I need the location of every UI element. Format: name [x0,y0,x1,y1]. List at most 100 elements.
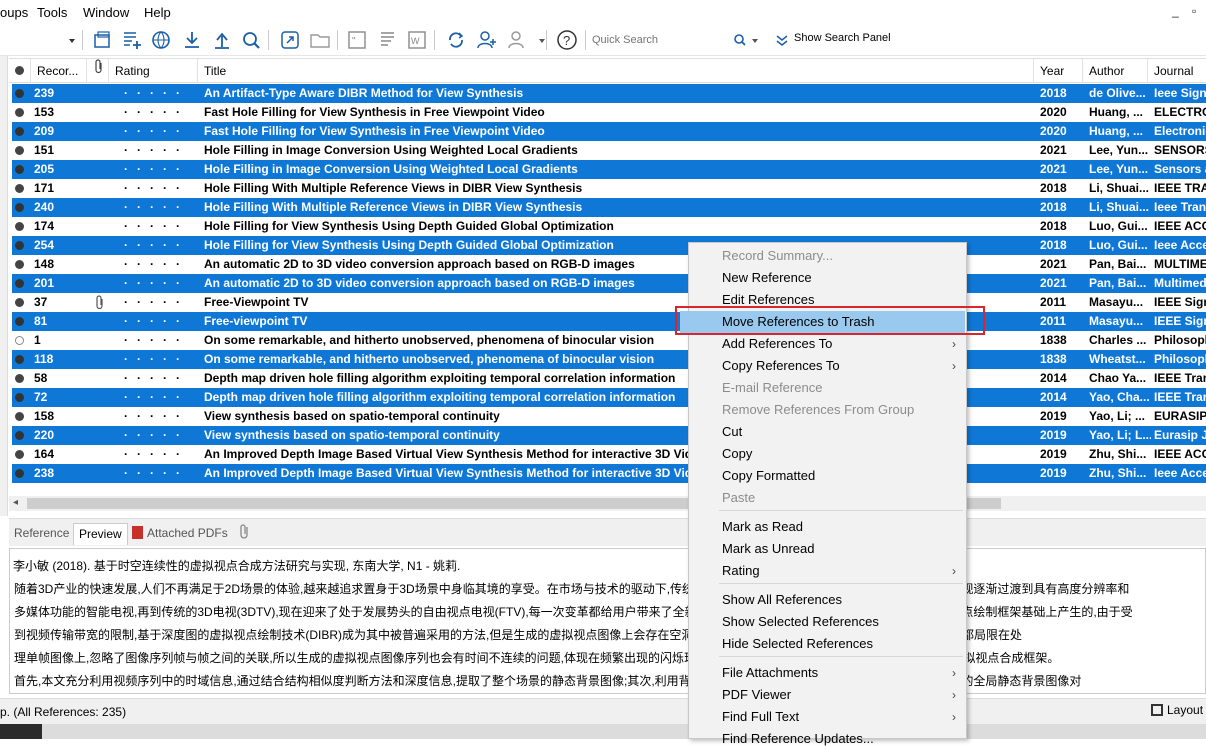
rating-stars[interactable]: ····· [112,217,201,236]
table-row[interactable]: 37 ····· Free-Viewpoint TV 2011 Masayu... IEE… [12,293,1206,312]
read-status-dot[interactable] [12,236,31,255]
read-status-dot[interactable] [12,217,31,236]
find-full-text-icon[interactable] [239,28,261,50]
rating-stars[interactable]: ····· [112,179,201,198]
insert-citation-icon[interactable]: " [345,28,367,50]
menu-item-cut[interactable]: Cut [689,421,966,443]
restore-button[interactable]: ▫ [1192,4,1196,18]
rating-stars[interactable]: ····· [112,160,201,179]
read-status-dot[interactable] [12,445,31,464]
minimize-button[interactable]: _ [1172,4,1179,18]
journal-column-header[interactable]: Journal [1148,59,1206,83]
horizontal-scrollbar[interactable]: ◂ [9,496,1206,511]
rating-stars[interactable]: ····· [112,122,201,141]
rating-stars[interactable]: ····· [112,312,201,331]
menu-item-copy[interactable]: Copy [689,443,966,465]
tab-reference[interactable]: Reference [9,523,74,545]
show-search-panel-icon[interactable] [770,28,788,50]
menu-item-add-references-to[interactable]: Add References To › [689,333,966,355]
record-column-header[interactable]: Recor... [31,59,87,83]
search-options-arrow-icon[interactable] [743,28,758,50]
tab-preview[interactable]: Preview [73,523,128,545]
share-library-icon[interactable] [474,28,496,50]
open-link-icon[interactable] [278,28,300,50]
menu-item-mark-as-unread[interactable]: Mark as Unread [689,538,966,560]
read-status-dot[interactable] [12,369,31,388]
read-status-dot[interactable] [12,350,31,369]
attach-file-icon[interactable] [233,523,257,545]
menu-item-mark-as-read[interactable]: Mark as Read [689,516,966,538]
format-bibliography-icon[interactable] [376,28,398,50]
rating-stars[interactable]: ····· [112,426,201,445]
group-share-icon[interactable] [506,28,528,50]
read-status-dot[interactable] [12,198,31,217]
show-search-panel-button[interactable]: Show Search Panel [794,32,891,44]
rating-stars[interactable]: ····· [112,331,201,350]
table-row[interactable]: 174 ····· Hole Filling for View Synthesis … [12,217,1206,236]
rating-stars[interactable]: ····· [112,141,201,160]
table-row[interactable]: 1 ····· On some remarkable, and hitherto u… [12,331,1206,350]
read-status-dot[interactable] [12,255,31,274]
new-reference-icon[interactable] [120,28,142,50]
table-row[interactable]: 201 ····· An automatic 2D to 3D video conv… [12,274,1206,293]
read-status-dot[interactable] [12,103,31,122]
attachment-column-header[interactable] [87,59,109,83]
rating-stars[interactable]: ····· [112,236,201,255]
read-status-dot[interactable] [12,84,31,103]
menu-item-file-attachments[interactable]: File Attachments › [689,662,966,684]
menu-item-show-selected-references[interactable]: Show Selected References [689,611,966,633]
table-row[interactable]: 81 ····· Free-viewpoint TV 2011 Masayu... IEE… [12,312,1206,331]
read-status-dot[interactable] [12,464,31,483]
read-status-dot[interactable] [12,160,31,179]
year-column-header[interactable]: Year [1034,59,1083,83]
menu-item-pdf-viewer[interactable]: PDF Viewer › [689,684,966,706]
read-status-dot[interactable] [12,407,31,426]
table-row[interactable]: 239 ····· An Artifact-Type Aware DIBR Meth… [12,84,1206,103]
table-row[interactable]: 151 ····· Hole Filling in Image Conversion… [12,141,1206,160]
read-status-dot[interactable] [12,331,31,350]
table-row[interactable]: 58 ····· Depth map driven hole filling alg… [12,369,1206,388]
read-status-dot[interactable] [12,141,31,160]
menu-item-copy-references-to[interactable]: Copy References To › [689,355,966,377]
rating-stars[interactable]: ····· [112,293,201,312]
table-row[interactable]: 254 ····· Hole Filling for View Synthesis … [12,236,1206,255]
menu-item-find-reference-updates[interactable]: Find Reference Updates... [689,728,966,750]
menu-item-new-reference[interactable]: New Reference [689,267,966,289]
table-row[interactable]: 118 ····· On some remarkable, and hitherto… [12,350,1206,369]
sync-icon[interactable] [444,28,466,50]
table-row[interactable]: 238 ····· An Improved Depth Image Based Vi… [12,464,1206,483]
download-icon[interactable] [180,28,202,50]
dropdown-arrow-icon[interactable] [530,28,545,50]
read-status-dot[interactable] [12,426,31,445]
menu-item-copy-formatted[interactable]: Copy Formatted [689,465,966,487]
menu-groups[interactable]: oups [0,5,28,20]
table-row[interactable]: 240 ····· Hole Filling With Multiple Refer… [12,198,1206,217]
table-row[interactable]: 72 ····· Depth map driven hole filling alg… [12,388,1206,407]
read-status-dot[interactable] [12,312,31,331]
rating-stars[interactable]: ····· [112,198,201,217]
table-row[interactable]: 164 ····· An Improved Depth Image Based Vi… [12,445,1206,464]
rating-column-header[interactable]: Rating [109,59,198,83]
rating-stars[interactable]: ····· [112,255,201,274]
read-status-dot[interactable] [12,179,31,198]
rating-stars[interactable]: ····· [112,445,201,464]
quick-search-input[interactable] [592,30,742,50]
read-status-dot[interactable] [12,388,31,407]
tab-attached-pdfs[interactable]: Attached PDFs [127,523,233,545]
table-row[interactable]: 220 ····· View synthesis based on spatio-t… [12,426,1206,445]
table-row[interactable]: 205 ····· Hole Filling in Image Conversion… [12,160,1206,179]
rating-stars[interactable]: ····· [112,464,201,483]
help-icon[interactable]: ? [555,28,577,50]
table-row[interactable]: 148 ····· An automatic 2D to 3D video conv… [12,255,1206,274]
author-column-header[interactable]: Author [1083,59,1148,83]
rating-stars[interactable]: ····· [112,369,201,388]
open-folder-icon[interactable] [308,28,330,50]
read-status-dot[interactable] [12,122,31,141]
online-search-icon[interactable] [149,28,171,50]
read-status-dot[interactable] [12,293,31,312]
rating-stars[interactable]: ····· [112,274,201,293]
table-row[interactable]: 171 ····· Hole Filling With Multiple Refer… [12,179,1206,198]
table-row[interactable]: 153 ····· Fast Hole Filling for View Synth… [12,103,1206,122]
menu-item-find-full-text[interactable]: Find Full Text › [689,706,966,728]
rating-stars[interactable]: ····· [112,84,201,103]
